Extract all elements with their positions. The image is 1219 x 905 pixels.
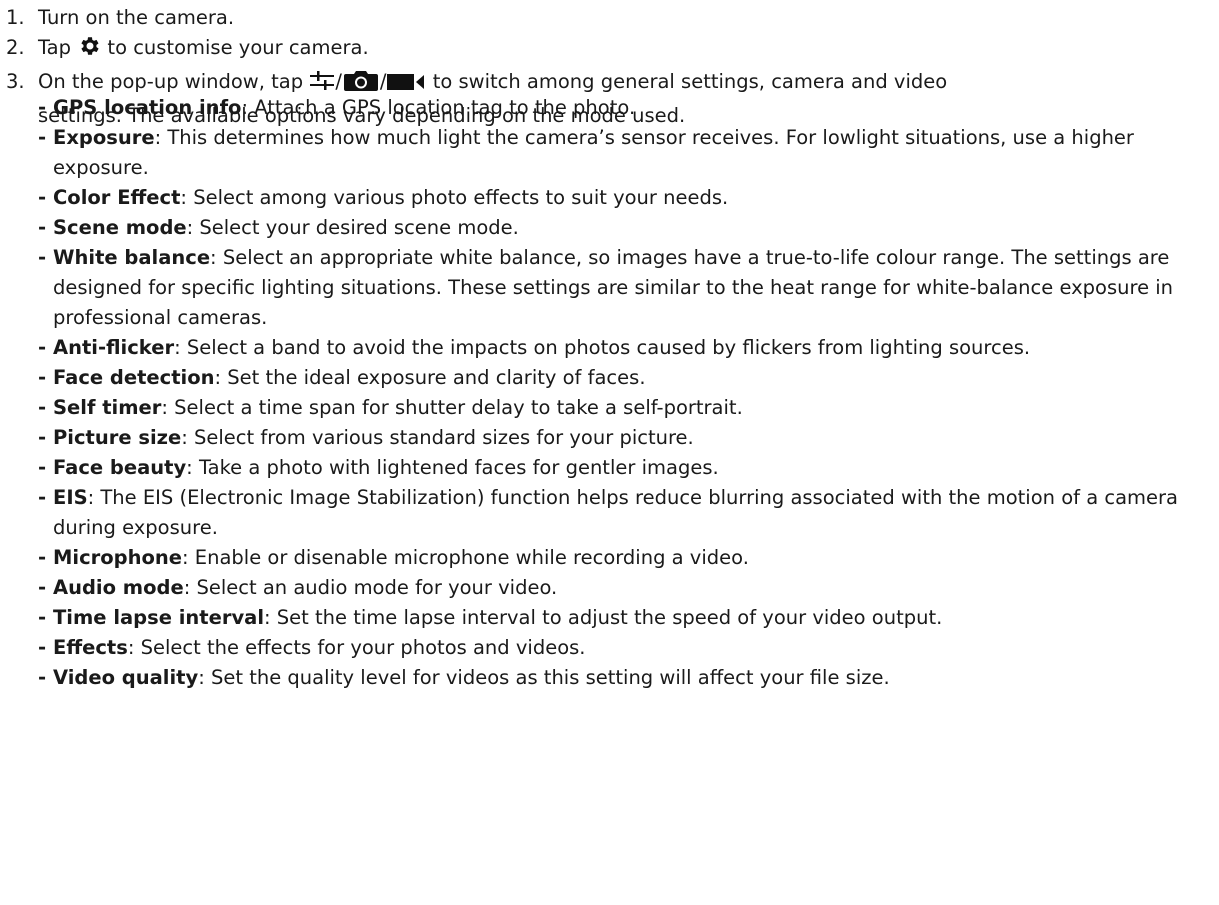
step-text-before: On the pop-up window, tap	[38, 70, 304, 93]
step-text-after: to switch among general settings, camera…	[432, 70, 948, 93]
bullet-dash: -	[38, 636, 47, 659]
option-item: - Anti-flicker: Select a band to avoid th…	[0, 333, 1200, 363]
option-item: - Exposure: This determines how much ligh…	[0, 123, 1200, 183]
option-description: : Select the effects for your photos and…	[127, 636, 586, 659]
option-description: : Select an audio mode for your video.	[183, 576, 558, 599]
option-item: - Time lapse interval: Set the time lapse…	[0, 603, 1200, 633]
manual-page: 1. Turn on the camera. 2. Tap to customi…	[0, 0, 1219, 905]
option-item: - GPS location info: Attach a GPS locatio…	[0, 93, 1200, 123]
option-item: - Face beauty: Take a photo with lightene…	[0, 453, 1200, 483]
bullet-dash: -	[38, 336, 47, 359]
option-description: : Enable or disenable microphone while r…	[182, 546, 749, 569]
step-2: 2. Tap to customise your camera.	[0, 33, 1210, 67]
bullet-dash: -	[38, 96, 47, 119]
option-name: Microphone	[53, 546, 183, 569]
option-item: - Color Effect: Select among various phot…	[0, 183, 1200, 213]
option-item: - Scene mode: Select your desired scene m…	[0, 213, 1200, 243]
step-number: 2.	[6, 36, 25, 59]
bullet-dash: -	[38, 666, 47, 689]
option-name: Scene mode	[53, 216, 187, 239]
option-description: : Select a time span for shutter delay t…	[161, 396, 743, 419]
option-description: : Select an appropriate white balance, s…	[53, 246, 1174, 329]
option-description: : Set the ideal exposure and clarity of …	[214, 366, 646, 389]
option-name: Face beauty	[53, 456, 187, 479]
option-name: Video quality	[53, 666, 199, 689]
step-text: Turn on the camera.	[38, 6, 235, 29]
option-name: Face detection	[53, 366, 215, 389]
bullet-dash: -	[38, 396, 47, 419]
option-name: Anti-flicker	[53, 336, 175, 359]
option-item: - Video quality: Set the quality level fo…	[0, 663, 1200, 693]
bullet-dash: -	[38, 456, 47, 479]
option-description: : Take a photo with lightened faces for …	[186, 456, 719, 479]
option-description: : Select your desired scene mode.	[186, 216, 519, 239]
options-list: - GPS location info: Attach a GPS locatio…	[0, 93, 1200, 693]
bullet-dash: -	[38, 216, 47, 239]
bullet-dash: -	[38, 606, 47, 629]
option-name: Self timer	[53, 396, 162, 419]
bullet-dash: -	[38, 246, 47, 269]
step-text-before: Tap	[38, 36, 72, 59]
step-text-after: to customise your camera.	[107, 36, 369, 59]
option-item: - Picture size: Select from various stand…	[0, 423, 1200, 453]
option-description: : The EIS (Electronic Image Stabilizatio…	[53, 486, 1178, 539]
option-name: White balance	[53, 246, 211, 269]
bullet-dash: -	[38, 576, 47, 599]
step-number: 1.	[6, 6, 25, 29]
option-name: Color Effect	[53, 186, 181, 209]
separator: /	[335, 70, 342, 93]
option-name: EIS	[53, 486, 88, 509]
option-name: Time lapse interval	[53, 606, 265, 629]
option-name: GPS location info	[53, 96, 242, 119]
option-item: - Face detection: Set the ideal exposure …	[0, 363, 1200, 393]
option-description: : Select among various photo effects to …	[180, 186, 729, 209]
separator: /	[379, 70, 387, 93]
option-description: : Set the quality level for videos as th…	[198, 666, 890, 689]
option-description: : Set the time lapse interval to adjust …	[264, 606, 943, 629]
option-name: Exposure	[53, 126, 155, 149]
option-description: : Attach a GPS location tag to the photo…	[241, 96, 636, 119]
gear-icon	[77, 34, 101, 67]
bullet-dash: -	[38, 546, 47, 569]
option-item: - Self timer: Select a time span for shut…	[0, 393, 1200, 423]
option-item: - Effects: Select the effects for your ph…	[0, 633, 1200, 663]
bullet-dash: -	[38, 186, 47, 209]
option-name: Effects	[53, 636, 128, 659]
option-name: Audio mode	[53, 576, 184, 599]
bullet-dash: -	[38, 126, 47, 149]
option-description: : This determines how much light the cam…	[53, 126, 1134, 179]
bullet-dash: -	[38, 366, 47, 389]
step-1: 1. Turn on the camera.	[0, 3, 1210, 33]
option-item: - Audio mode: Select an audio mode for yo…	[0, 573, 1200, 603]
option-name: Picture size	[53, 426, 182, 449]
option-item: - EIS: The EIS (Electronic Image Stabiliz…	[0, 483, 1200, 543]
bullet-dash: -	[38, 426, 47, 449]
option-description: : Select a band to avoid the impacts on …	[174, 336, 1031, 359]
option-description: : Select from various standard sizes for…	[181, 426, 694, 449]
option-item: - White balance: Select an appropriate wh…	[0, 243, 1200, 333]
option-item: - Microphone: Enable or disenable microph…	[0, 543, 1200, 573]
bullet-dash: -	[38, 486, 47, 509]
